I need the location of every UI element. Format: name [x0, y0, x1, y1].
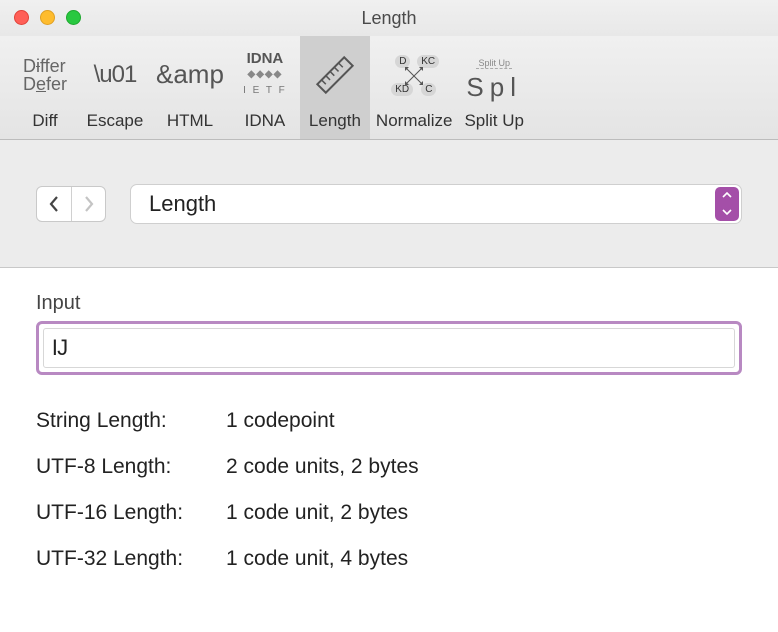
tab-label: HTML	[167, 111, 213, 131]
badge: C	[421, 83, 436, 96]
chevron-up-icon	[715, 187, 739, 204]
tab-label: Normalize	[376, 111, 453, 131]
zoom-icon[interactable]	[66, 10, 81, 25]
result-value: 1 codepoint	[226, 409, 742, 433]
idna-icon: IDNA ◆◆◆◆ I E T F	[243, 42, 287, 107]
splitup-icon: Split Up Spl	[466, 42, 522, 107]
result-label: UTF-32 Length:	[36, 547, 226, 571]
toolbar: DifferDefer Diff \u01 Escape &amp HTML I…	[0, 36, 778, 140]
tab-html[interactable]: &amp HTML	[150, 36, 230, 139]
tab-normalize[interactable]: D KC KD C Normalize	[370, 36, 459, 139]
tab-diff[interactable]: DifferDefer Diff	[10, 36, 80, 139]
tab-length[interactable]: Length	[300, 36, 370, 139]
nav-segment	[36, 186, 106, 222]
result-label: UTF-16 Length:	[36, 501, 226, 525]
tab-splitup[interactable]: Split Up Spl Split Up	[458, 36, 530, 139]
results-grid: String Length: 1 codepoint UTF-8 Length:…	[36, 409, 742, 571]
ruler-icon	[310, 42, 360, 107]
escape-icon: \u01	[94, 42, 137, 107]
tab-idna[interactable]: IDNA ◆◆◆◆ I E T F IDNA	[230, 36, 300, 139]
result-label: UTF-8 Length:	[36, 455, 226, 479]
input-label: Input	[36, 292, 742, 315]
idna-mid: ◆◆◆◆	[243, 67, 287, 83]
idna-bot: I E T F	[243, 83, 287, 99]
tab-escape[interactable]: \u01 Escape	[80, 36, 150, 139]
result-value: 1 code unit, 4 bytes	[226, 547, 742, 571]
html-icon: &amp	[156, 42, 224, 107]
forward-button[interactable]	[71, 187, 105, 221]
tab-label: Length	[309, 111, 361, 131]
input-field[interactable]	[43, 328, 735, 368]
dropdown-stepper[interactable]	[715, 187, 739, 221]
tab-label: Escape	[87, 111, 144, 131]
splitup-main: Spl	[466, 72, 522, 102]
titlebar: Length	[0, 0, 778, 36]
diff-icon: DifferDefer	[23, 42, 67, 107]
input-focus-ring	[36, 321, 742, 375]
result-value: 2 code units, 2 bytes	[226, 455, 742, 479]
splitup-top: Split Up	[476, 58, 512, 69]
chevron-down-icon	[715, 204, 739, 221]
window-title: Length	[0, 0, 778, 36]
close-icon[interactable]	[14, 10, 29, 25]
traffic-lights	[14, 10, 81, 25]
tab-label: Diff	[32, 111, 57, 131]
tab-label: IDNA	[245, 111, 286, 131]
back-button[interactable]	[37, 187, 71, 221]
content: Input String Length: 1 codepoint UTF-8 L…	[0, 268, 778, 632]
tab-label: Split Up	[464, 111, 524, 131]
result-value: 1 code unit, 2 bytes	[226, 501, 742, 525]
minimize-icon[interactable]	[40, 10, 55, 25]
idna-top: IDNA	[243, 51, 287, 67]
dropdown-value: Length	[149, 191, 216, 217]
normalize-icon: D KC KD C	[389, 42, 439, 107]
section-dropdown[interactable]: Length	[130, 184, 742, 224]
result-label: String Length:	[36, 409, 226, 433]
subtoolbar: Length	[0, 140, 778, 268]
